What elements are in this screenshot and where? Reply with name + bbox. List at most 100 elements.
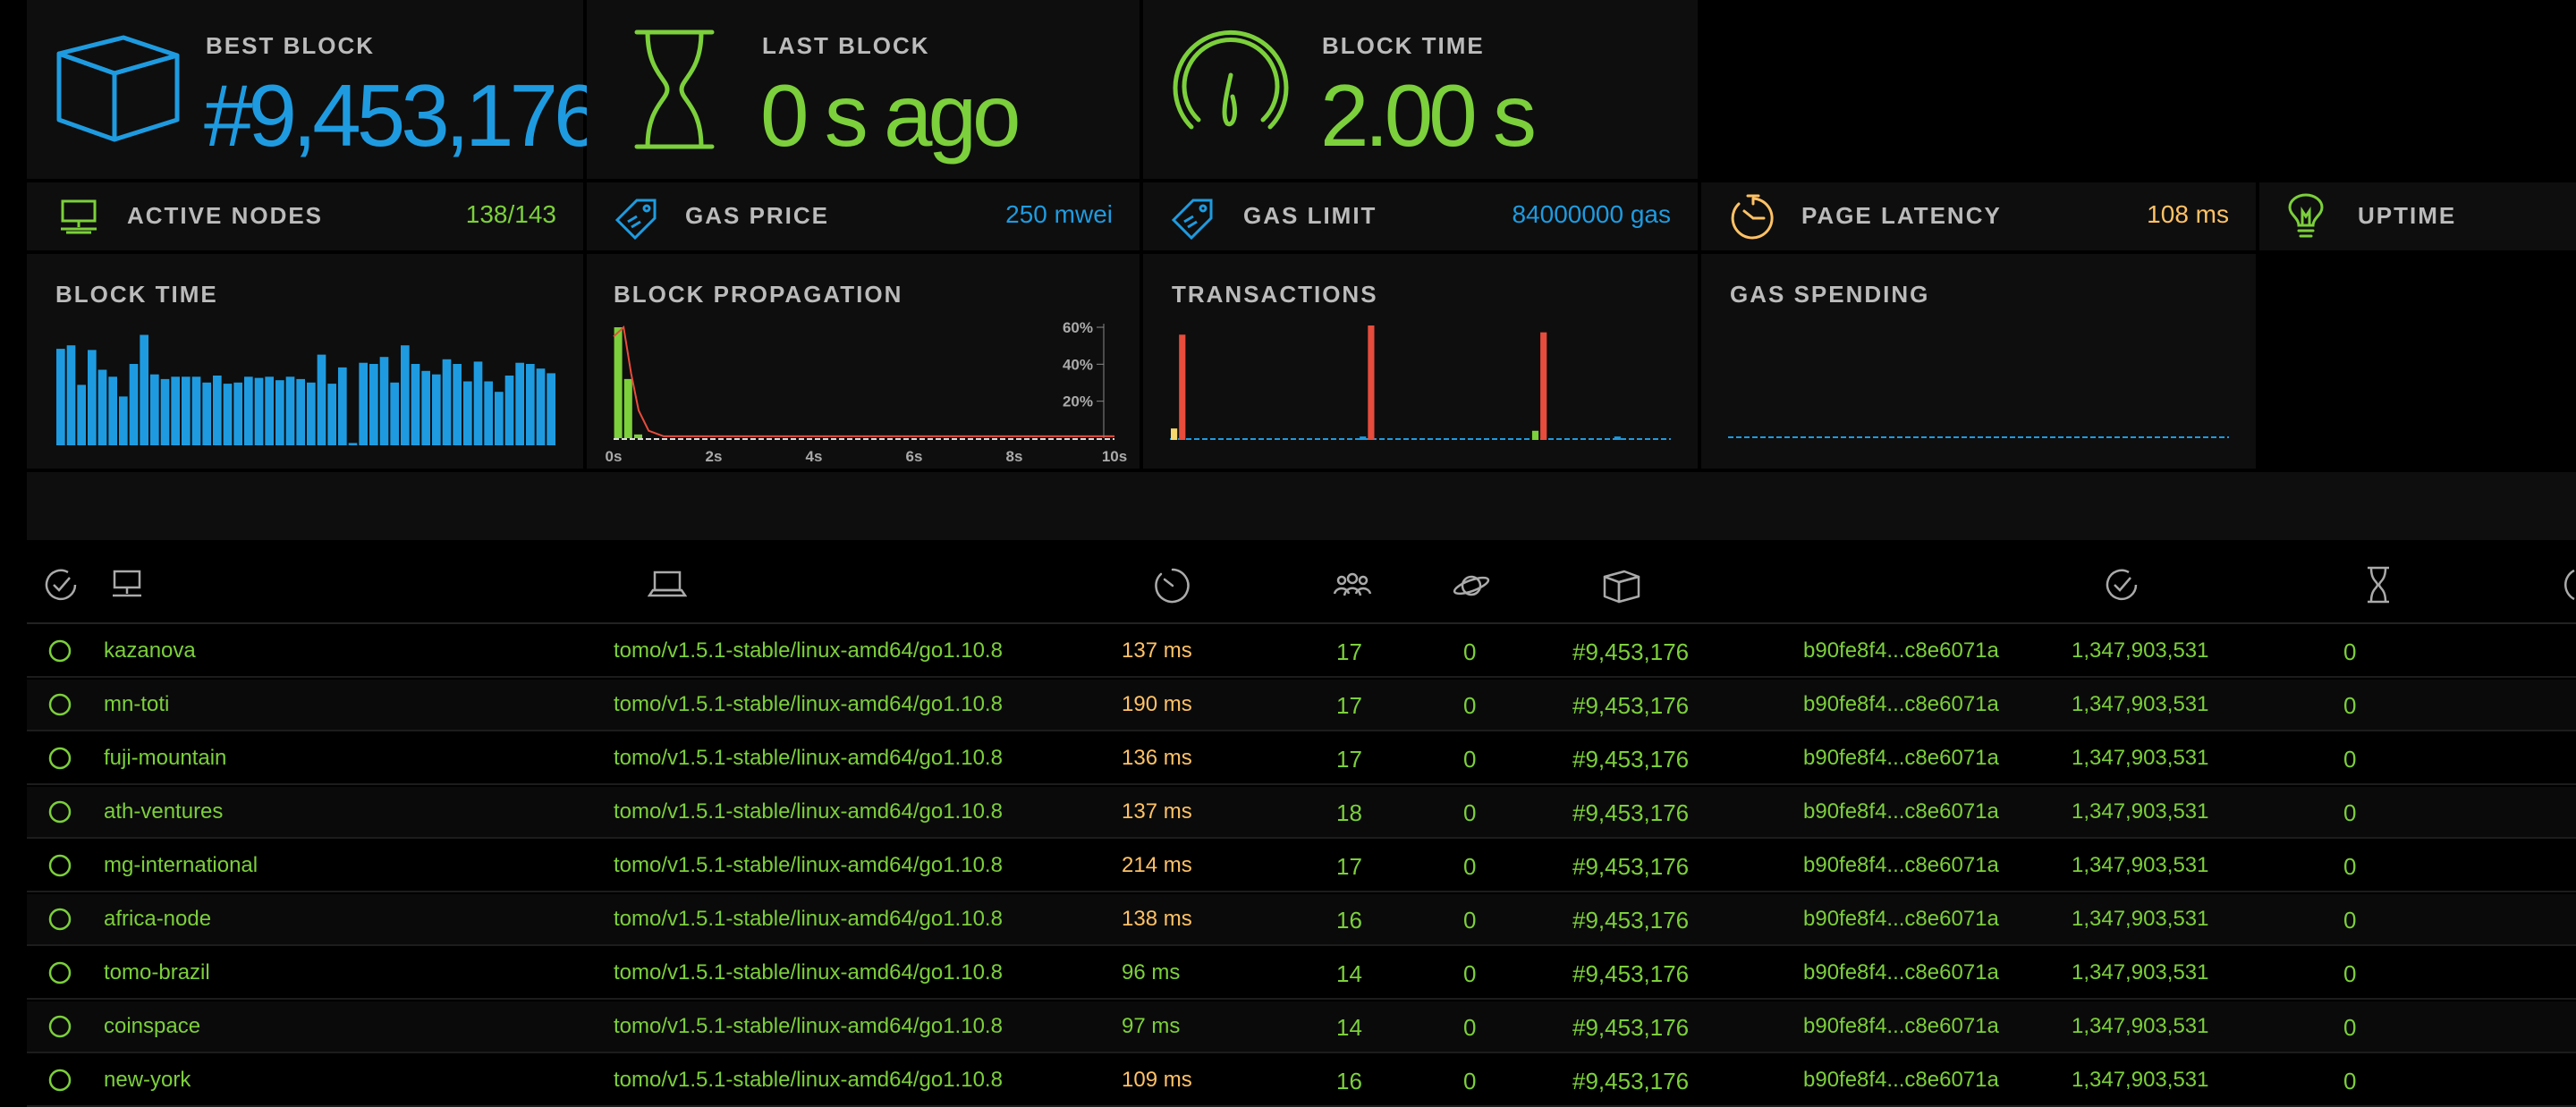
transactions-bar[interactable] — [1360, 436, 1367, 440]
node-name[interactable]: ath-ventures — [104, 799, 223, 824]
node-status-icon — [47, 799, 73, 832]
block-time-bar[interactable] — [171, 376, 180, 445]
node-name[interactable]: mn-toti — [104, 692, 169, 717]
table-row[interactable]: mg-international tomo/v1.5.1-stable/linux… — [27, 841, 2576, 892]
block-time-bar[interactable] — [515, 362, 524, 445]
block-time-bar[interactable] — [442, 359, 452, 445]
transactions-bar[interactable] — [1179, 334, 1186, 440]
node-name[interactable]: tomo-brazil — [104, 960, 210, 985]
block-time-bar[interactable] — [275, 380, 284, 445]
block-time-bar[interactable] — [379, 357, 389, 445]
table-row[interactable]: coinspace tomo/v1.5.1-stable/linux-amd64/… — [27, 1001, 2576, 1053]
propagation-bar[interactable] — [634, 434, 642, 438]
block-time-bar[interactable] — [296, 378, 305, 445]
block-time-bar[interactable] — [390, 382, 399, 445]
block-time-bar[interactable] — [285, 376, 295, 445]
node-name[interactable]: africa-node — [104, 907, 211, 932]
block-time-bar[interactable] — [348, 443, 358, 445]
table-row[interactable]: ath-ventures tomo/v1.5.1-stable/linux-amd… — [27, 787, 2576, 839]
table-row[interactable]: fuji-mountain tomo/v1.5.1-stable/linux-am… — [27, 733, 2576, 785]
block-time-bar[interactable] — [160, 378, 170, 445]
hourglass-icon[interactable] — [2365, 565, 2392, 604]
node-status-icon — [47, 745, 73, 778]
block-time-bar[interactable] — [473, 361, 483, 445]
node-name[interactable]: coinspace — [104, 1014, 200, 1039]
timer-icon[interactable] — [1152, 565, 1193, 606]
node-latency: 137 ms — [1122, 799, 1192, 824]
block-time-bar[interactable] — [359, 362, 368, 445]
monitor-icon — [61, 199, 97, 234]
node-propagation: 0 — [2343, 692, 2357, 719]
block-time-bar[interactable] — [504, 376, 514, 445]
block-time-bar[interactable] — [421, 370, 430, 445]
block-time-bar[interactable] — [119, 396, 128, 445]
node-name[interactable]: mg-international — [104, 853, 258, 878]
block-time-bar[interactable] — [202, 382, 211, 445]
block-time-bar[interactable] — [108, 376, 117, 445]
monitor-icon[interactable] — [109, 569, 145, 601]
check-circle-icon[interactable] — [2102, 565, 2141, 604]
transactions-bar[interactable] — [1614, 436, 1621, 440]
node-version: tomo/v1.5.1-stable/linux-amd64/go1.10.8 — [614, 746, 1003, 770]
node-peers: 17 — [1336, 638, 1362, 665]
node-name[interactable]: kazanova — [104, 638, 196, 663]
block-time-bar[interactable] — [307, 382, 316, 445]
cube-icon[interactable] — [1601, 569, 1642, 604]
block-time-bar[interactable] — [254, 377, 264, 445]
block-time-bar[interactable] — [223, 384, 233, 445]
block-time-bar[interactable] — [213, 376, 222, 445]
block-time-chart-panel: BLOCK TIME — [27, 254, 583, 469]
check-circle-icon[interactable] — [41, 565, 80, 604]
table-row[interactable]: kazanova tomo/v1.5.1-stable/linux-amd64/g… — [27, 626, 2576, 678]
node-pending: 0 — [1463, 853, 1477, 880]
block-time-bar[interactable] — [453, 364, 462, 445]
block-time-bar[interactable] — [88, 350, 97, 445]
node-name[interactable]: fuji-mountain — [104, 746, 226, 771]
block-time-bar[interactable] — [244, 376, 253, 445]
table-row[interactable]: tomo-brazil tomo/v1.5.1-stable/linux-amd6… — [27, 948, 2576, 1000]
block-time-bar[interactable] — [463, 381, 472, 446]
table-row[interactable]: africa-node tomo/v1.5.1-stable/linux-amd6… — [27, 894, 2576, 946]
laptop-icon[interactable] — [648, 569, 687, 601]
block-time-bar[interactable] — [369, 364, 378, 445]
block-time-bar[interactable] — [536, 368, 546, 445]
block-time-bar[interactable] — [77, 384, 86, 445]
node-status-icon — [47, 638, 73, 671]
node-block-hash: b90fe8f4...c8e6071a — [1803, 853, 1999, 877]
planet-icon[interactable] — [1451, 569, 1492, 603]
transactions-bar[interactable] — [1531, 430, 1539, 440]
block-time-bar[interactable] — [233, 382, 242, 445]
block-time-bar[interactable] — [547, 373, 555, 445]
block-time-bar[interactable] — [191, 376, 201, 445]
block-time-bar[interactable] — [526, 364, 535, 445]
block-time-bar[interactable] — [66, 345, 76, 445]
transactions-bar[interactable] — [1171, 428, 1178, 440]
block-time-bar[interactable] — [338, 367, 347, 445]
block-time-bar[interactable] — [140, 334, 148, 446]
block-time-bar[interactable] — [129, 364, 139, 445]
people-icon[interactable] — [1333, 572, 1372, 599]
block-time-bar[interactable] — [495, 392, 504, 445]
block-time-bar[interactable] — [401, 345, 410, 445]
propagation-bar[interactable] — [614, 327, 623, 438]
node-best-block: #9,453,176 — [1572, 1014, 1690, 1041]
block-time-bar[interactable] — [411, 364, 420, 445]
gas-spending-chart-panel: GAS SPENDING — [1701, 254, 2256, 469]
block-time-bar[interactable] — [484, 381, 493, 446]
transactions-bar[interactable] — [1368, 325, 1375, 440]
table-row[interactable]: mn-toti tomo/v1.5.1-stable/linux-amd64/go… — [27, 680, 2576, 731]
block-time-bar[interactable] — [327, 384, 336, 445]
table-row[interactable]: new-york tomo/v1.5.1-stable/linux-amd64/g… — [27, 1055, 2576, 1107]
block-time-bar[interactable] — [432, 374, 441, 445]
propagation-bar[interactable] — [623, 378, 632, 438]
block-time-bar[interactable] — [150, 374, 159, 445]
block-time-bar[interactable] — [265, 376, 274, 445]
node-peers: 17 — [1336, 746, 1362, 773]
block-time-bar[interactable] — [97, 369, 107, 446]
gauge-icon[interactable] — [2555, 565, 2576, 604]
block-time-bar[interactable] — [317, 354, 326, 445]
block-time-bar[interactable] — [56, 349, 65, 445]
transactions-bar[interactable] — [1540, 332, 1547, 440]
node-name[interactable]: new-york — [104, 1068, 191, 1093]
block-time-bar[interactable] — [182, 376, 191, 445]
